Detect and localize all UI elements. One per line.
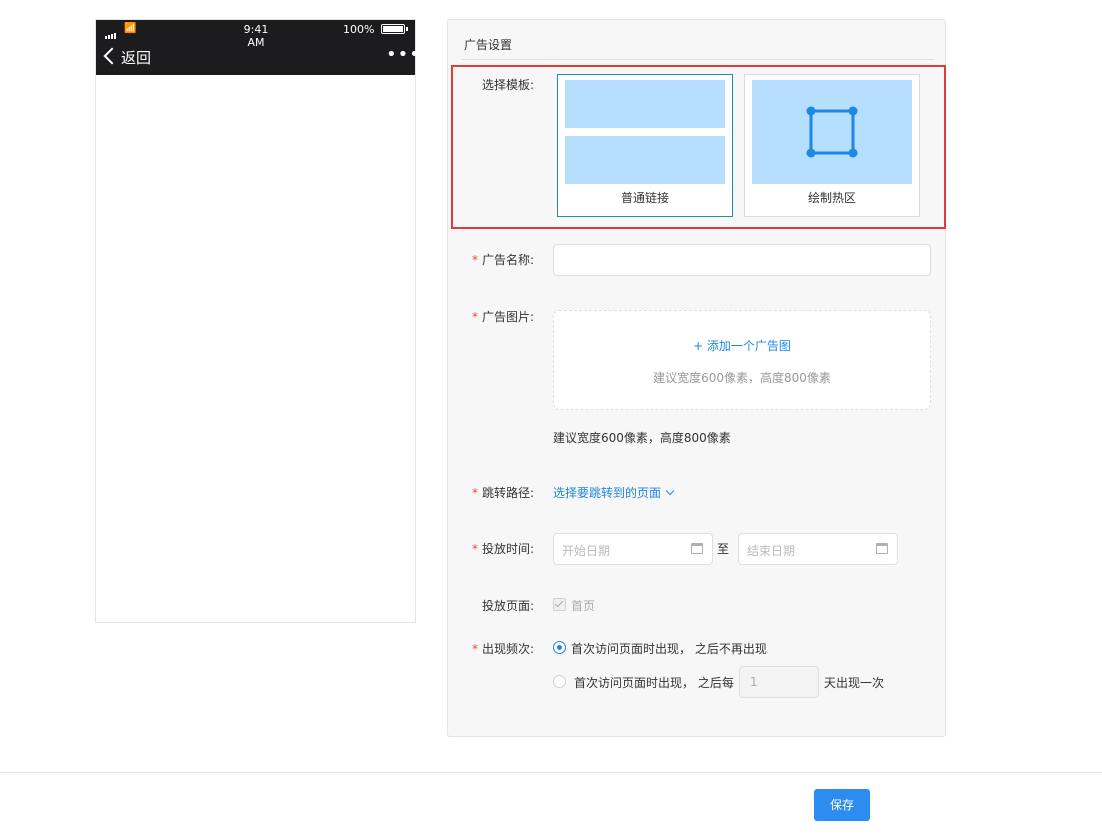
hotzone-icon [806, 106, 858, 158]
frequency-once-radio[interactable] [553, 641, 566, 654]
calendar-icon [876, 543, 888, 554]
frequency-daily-prefix: 首次访问页面时出现， 之后每 [574, 676, 734, 690]
pages-label: 投放页面: [481, 599, 534, 613]
battery-tip [406, 27, 408, 31]
ad-image-upload[interactable]: + 添加一个广告图 建议宽度600像素，高度800像素 [553, 310, 931, 410]
required-mark: * [471, 253, 478, 267]
frequency-days-value: 1 [750, 675, 758, 689]
path-select[interactable]: 选择要跳转到的页面 [553, 484, 675, 501]
ad-name-label: * 广告名称: [471, 253, 534, 267]
path-select-label[interactable]: 选择要跳转到的页面 [553, 486, 661, 500]
battery-percent: 100% [343, 23, 375, 36]
add-image-link[interactable]: + 添加一个广告图 [554, 337, 930, 354]
template-label: 选择模板: [481, 78, 534, 92]
status-time: 9:41 AM [243, 23, 269, 49]
required-mark: * [471, 310, 478, 324]
required-mark: * [471, 642, 478, 656]
divider [461, 59, 934, 60]
save-button[interactable]: 保存 [814, 789, 870, 821]
chevron-down-icon [665, 486, 675, 496]
template-preview-block [565, 136, 725, 184]
template-preview-block [752, 80, 912, 184]
panel-title: 广告设置 [464, 38, 513, 52]
date-separator: 至 [717, 542, 730, 556]
end-date-input[interactable]: 结束日期 [738, 533, 898, 565]
image-size-hint: 建议宽度600像素，高度800像素 [553, 431, 731, 445]
battery-icon [381, 24, 405, 34]
home-page-option: 首页 [571, 599, 596, 613]
calendar-icon [691, 543, 703, 554]
frequency-daily-suffix: 天出现一次 [824, 676, 885, 690]
template-hotzone[interactable]: 绘制热区 [744, 74, 920, 217]
upload-hint: 建议宽度600像素，高度800像素 [653, 371, 831, 385]
phone-nav-bar: 📶 9:41 AM 100% 返回 ••• [96, 20, 420, 75]
start-date-input[interactable]: 开始日期 [553, 533, 713, 565]
end-date-placeholder: 结束日期 [747, 544, 796, 558]
required-mark: * [471, 542, 478, 556]
path-label: * 跳转路径: [471, 486, 534, 500]
ad-image-label: * 广告图片: [471, 310, 534, 324]
template-caption: 普通链接 [620, 191, 669, 205]
home-page-checkbox[interactable] [553, 598, 566, 611]
footer-divider [0, 772, 1102, 773]
status-bar: 📶 9:41 AM 100% [96, 20, 415, 49]
phone-preview: 📶 9:41 AM 100% 返回 ••• [95, 19, 420, 623]
template-preview-block [565, 80, 725, 128]
more-icon[interactable]: ••• [386, 46, 421, 64]
frequency-daily-radio[interactable] [553, 675, 566, 688]
frequency-days-input[interactable]: 1 [739, 666, 819, 698]
wifi-icon: 📶 [124, 23, 137, 34]
back-icon[interactable] [103, 47, 121, 65]
frequency-once-label: 首次访问页面时出现， 之后不再出现 [571, 642, 767, 656]
start-date-placeholder: 开始日期 [562, 544, 611, 558]
frequency-label: * 出现频次: [471, 642, 534, 656]
required-mark: * [471, 486, 478, 500]
time-label: * 投放时间: [471, 542, 534, 556]
ad-name-input[interactable] [553, 244, 931, 276]
signal-icon [105, 26, 117, 39]
back-button[interactable]: 返回 [121, 47, 151, 68]
template-caption: 绘制热区 [807, 191, 856, 205]
template-normal-link[interactable]: 普通链接 [557, 74, 733, 217]
